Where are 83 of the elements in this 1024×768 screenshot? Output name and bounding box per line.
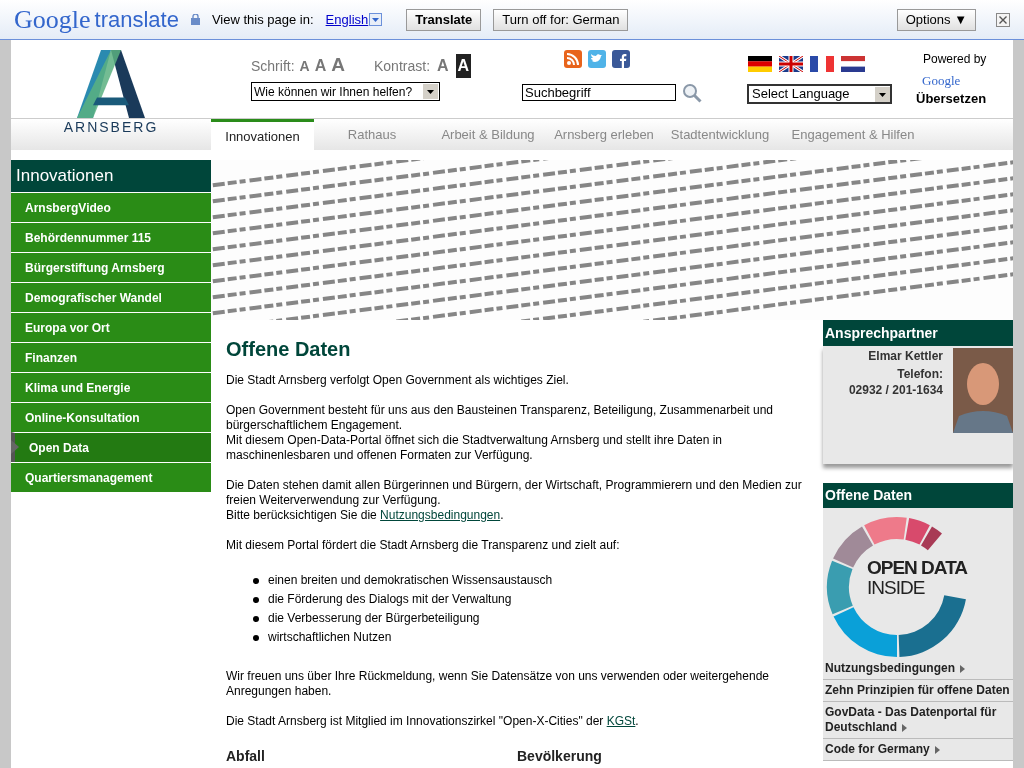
category-heading: Bevölkerung	[517, 749, 603, 764]
nav-tab[interactable]: Rathaus	[314, 119, 430, 151]
sidebar-item[interactable]: Bürgerstiftung Arnsberg	[11, 252, 211, 282]
contrast-button[interactable]: A	[435, 54, 451, 78]
rss-icon[interactable]	[564, 50, 582, 68]
paragraph: Open Government besteht für uns aus den Bausteinen Transparenz, Beteiligung, Zusammenarbeit und bürgerschaftlichem Engagement.	[226, 403, 774, 433]
translate-logo: translate	[94, 8, 179, 31]
resource-link[interactable]: Code for Germany	[825, 742, 1011, 757]
sidebar-item[interactable]: Open Data	[11, 432, 211, 462]
pointer-icon	[11, 440, 19, 454]
sidebar-item[interactable]: Klima und Energie	[11, 372, 211, 402]
view-page-label: View this page in:	[211, 10, 314, 29]
lock-icon	[190, 14, 200, 25]
sidebar-item[interactable]: Behördennummer 115	[11, 222, 211, 252]
paragraph: Mit diesem Open-Data-Portal öffnet sich die Stadtverwaltung Arnsberg und stellt ihre Daten in maschinenlesbaren und offenen Formaten zur Verfügung.	[226, 433, 724, 463]
help-select[interactable]: Wie können wir Ihnen helfen?	[251, 82, 440, 101]
nav-tab[interactable]: Arnsberg erleben	[546, 119, 662, 151]
language-link[interactable]: English	[325, 9, 369, 30]
translate-button[interactable]: Translate	[406, 8, 482, 31]
facebook-icon[interactable]	[612, 50, 630, 68]
sidebar-item[interactable]: Finanzen	[11, 342, 211, 372]
category-heading: Abfall	[226, 749, 266, 764]
paragraph: Die Daten stehen damit allen Bürgerinnen und Bürgern, der Wirtschaft, Programmierern und den Medien zur freien Weiterverwendung zur Verfügung.	[226, 478, 803, 508]
bullet-icon	[253, 596, 259, 603]
contact-title: Ansprechpartner	[823, 320, 1013, 346]
list-item: wirtschaftlichen Nutzen	[268, 630, 392, 645]
phone-label: Telefon:	[897, 366, 943, 382]
font-size-label: Schrift:	[251, 57, 295, 76]
search-field[interactable]: Suchbegriff	[522, 84, 676, 101]
arrow-icon	[960, 664, 965, 673]
logo-subline: INSIDE	[867, 578, 926, 598]
british-flag-icon[interactable]	[779, 56, 803, 72]
paragraph: Bitte berücksichtigen Sie die Nutzungsbedingungen.	[226, 508, 505, 523]
paragraph: Die Stadt Arnsberg ist Mitglied im Innovationszirkel "Open-X-Cities" der KGSt.	[226, 714, 640, 729]
dutch-flag-icon[interactable]	[841, 56, 865, 72]
font-size-button[interactable]: A	[331, 51, 345, 80]
sidebar-item[interactable]: Quartiersmanagement	[11, 462, 211, 492]
german-flag-icon[interactable]	[748, 56, 772, 72]
list-item: die Verbesserung der Bürgerbeteiligung	[268, 611, 480, 626]
contrast-label: Kontrast:	[374, 57, 431, 76]
bullet-icon	[253, 634, 259, 641]
sidebar-item[interactable]: Demografischer Wandel	[11, 282, 211, 312]
arrow-icon	[934, 745, 940, 754]
font-size-button[interactable]: A	[314, 54, 327, 78]
sidebar-item[interactable]: ArnsbergVideo	[11, 192, 211, 222]
nav-tab[interactable]: Stadtentwicklung	[662, 119, 778, 151]
arnsberg-wordmark: ARNSBERG	[63, 119, 159, 135]
close-icon[interactable]	[996, 12, 1010, 27]
open-data-title: Offene Daten	[823, 483, 1013, 508]
bullet-icon	[253, 577, 259, 584]
contrast-button[interactable]: A	[455, 54, 472, 78]
options-button[interactable]: Options ▼	[896, 8, 976, 31]
nav-tab[interactable]: Arbeit & Bildung	[430, 119, 546, 151]
google-logo: Google	[14, 6, 91, 33]
paragraph: Wir freuen uns über Ihre Rückmeldung, wenn Sie Datensätze von uns verwenden oder weitergehende Anregungen haben.	[226, 669, 770, 699]
resource-link[interactable]: GovData - Das Datenportal für Deutschland	[825, 705, 1011, 735]
search-icon[interactable]	[682, 83, 702, 103]
font-size-button[interactable]: A	[299, 56, 310, 77]
arrow-icon	[902, 723, 907, 732]
logo-headline: OPEN DATA	[867, 558, 968, 578]
nav-tab[interactable]: Engagement & Hilfen	[778, 119, 928, 151]
list-item: die Förderung des Dialogs mit der Verwaltung	[268, 592, 512, 607]
translate-link[interactable]: Übersetzen	[916, 88, 987, 108]
contact-name: Elmar Kettler	[868, 348, 943, 364]
powered-by-label: Powered by	[923, 51, 987, 68]
arnsberg-logo-icon	[77, 50, 145, 118]
bullet-icon	[253, 615, 259, 622]
list-item: einen breiten und demokratischen Wissensaustausch	[268, 573, 553, 588]
paragraph: Mit diesem Portal fördert die Stadt Arnsberg die Transparenz und zielt auf:	[226, 538, 621, 553]
sidebar-item[interactable]: Europa vor Ort	[11, 312, 211, 342]
resource-link[interactable]: Zehn Prinzipien für offene Daten	[825, 683, 1011, 698]
language-select[interactable]: Select Language	[747, 84, 892, 104]
dropdown-icon[interactable]	[369, 13, 383, 26]
sidebar-item[interactable]: Online-Konsultation	[11, 402, 211, 432]
nav-tab[interactable]: Innovationen	[211, 119, 314, 151]
resource-link[interactable]: Nutzungsbedingungen	[825, 661, 1011, 676]
paragraph: Die Stadt Arnsberg verfolgt Open Government als wichtiges Ziel.	[226, 373, 570, 388]
page-title: Offene Daten	[226, 342, 352, 357]
phone-number: 02932 / 201-1634	[848, 382, 943, 398]
google-logo: Google	[922, 72, 961, 90]
turn-off-button[interactable]: Turn off for: German	[493, 8, 629, 31]
french-flag-icon[interactable]	[810, 56, 834, 72]
sidebar-title: Innovationen	[11, 160, 211, 192]
